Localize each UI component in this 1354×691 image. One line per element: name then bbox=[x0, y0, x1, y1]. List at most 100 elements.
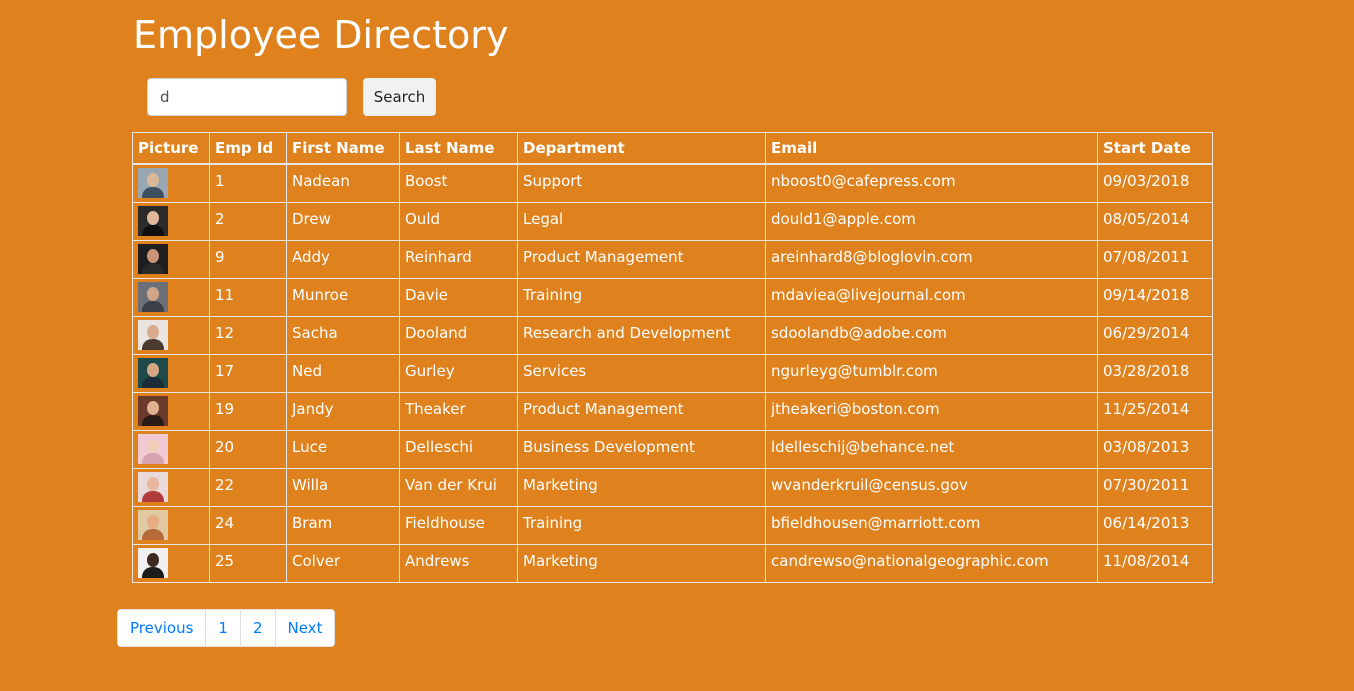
cell-department: Marketing bbox=[517, 467, 766, 507]
cell-last-name: Ould bbox=[399, 201, 518, 241]
pagination: Previous 1 2 Next bbox=[117, 609, 336, 647]
cell-email: jtheakeri@boston.com bbox=[765, 391, 1098, 431]
table-body: 1 Nadean Boost Support nboost0@cafepress.com… bbox=[132, 163, 1213, 583]
cell-first-name: Luce bbox=[286, 429, 400, 469]
cell-last-name: Davie bbox=[399, 277, 518, 317]
cell-email: areinhard8@bloglovin.com bbox=[765, 239, 1098, 279]
cell-department: Marketing bbox=[517, 543, 766, 583]
cell-email: mdaviea@livejournal.com bbox=[765, 277, 1098, 317]
cell-first-name: Sacha bbox=[286, 315, 400, 355]
cell-last-name: Dooland bbox=[399, 315, 518, 355]
avatar bbox=[138, 509, 168, 540]
cell-picture bbox=[132, 429, 210, 469]
cell-first-name: Willa bbox=[286, 467, 400, 507]
avatar-body-shape bbox=[142, 300, 164, 312]
table-row: 17 Ned Gurley Services ngurleyg@tumblr.com 03… bbox=[132, 353, 1213, 393]
pagination-page-2[interactable]: 2 bbox=[239, 610, 275, 646]
cell-emp-id: 11 bbox=[209, 277, 287, 317]
cell-start-date: 06/29/2014 bbox=[1097, 315, 1213, 355]
table-row: 2 Drew Ould Legal dould1@apple.com 08/05/2014 bbox=[132, 201, 1213, 241]
table-row: 20 Luce Delleschi Business Development ldell… bbox=[132, 429, 1213, 469]
cell-email: candrewso@nationalgeographic.com bbox=[765, 543, 1098, 583]
cell-picture bbox=[132, 467, 210, 507]
cell-first-name: Jandy bbox=[286, 391, 400, 431]
column-header-department[interactable]: Department bbox=[517, 132, 766, 165]
header-row: Picture Emp Id First Name Last Name Depa… bbox=[132, 132, 1213, 165]
cell-department: Services bbox=[517, 353, 766, 393]
cell-emp-id: 20 bbox=[209, 429, 287, 469]
column-header-picture[interactable]: Picture bbox=[132, 132, 210, 165]
cell-picture bbox=[132, 505, 210, 545]
cell-start-date: 08/05/2014 bbox=[1097, 201, 1213, 241]
search-button[interactable]: Search bbox=[363, 78, 436, 116]
column-header-last-name[interactable]: Last Name bbox=[399, 132, 518, 165]
cell-emp-id: 17 bbox=[209, 353, 287, 393]
cell-department: Legal bbox=[517, 201, 766, 241]
avatar-body-shape bbox=[142, 528, 164, 540]
pagination-next-button[interactable]: Next bbox=[274, 610, 335, 646]
cell-last-name: Fieldhouse bbox=[399, 505, 518, 545]
cell-last-name: Andrews bbox=[399, 543, 518, 583]
avatar bbox=[138, 319, 168, 350]
avatar-head-shape bbox=[147, 324, 159, 339]
avatar bbox=[138, 281, 168, 312]
cell-emp-id: 25 bbox=[209, 543, 287, 583]
cell-first-name: Addy bbox=[286, 239, 400, 279]
table-header: Picture Emp Id First Name Last Name Depa… bbox=[132, 132, 1213, 165]
cell-picture bbox=[132, 391, 210, 431]
cell-start-date: 07/08/2011 bbox=[1097, 239, 1213, 279]
search-input[interactable] bbox=[147, 78, 347, 116]
avatar-head-shape bbox=[147, 173, 159, 187]
avatar-body-shape bbox=[142, 376, 164, 388]
avatar-body-shape bbox=[142, 414, 164, 426]
cell-email: sdoolandb@adobe.com bbox=[765, 315, 1098, 355]
cell-start-date: 11/25/2014 bbox=[1097, 391, 1213, 431]
avatar-body-shape bbox=[142, 490, 164, 502]
cell-first-name: Munroe bbox=[286, 277, 400, 317]
cell-emp-id: 2 bbox=[209, 201, 287, 241]
cell-picture bbox=[132, 201, 210, 241]
cell-first-name: Colver bbox=[286, 543, 400, 583]
cell-emp-id: 9 bbox=[209, 239, 287, 279]
avatar-body-shape bbox=[142, 262, 164, 274]
avatar-head-shape bbox=[147, 438, 159, 453]
cell-emp-id: 22 bbox=[209, 467, 287, 507]
table-row: 11 Munroe Davie Training mdaviea@livejournal… bbox=[132, 277, 1213, 317]
cell-last-name: Gurley bbox=[399, 353, 518, 393]
cell-start-date: 11/08/2014 bbox=[1097, 543, 1213, 583]
cell-last-name: Theaker bbox=[399, 391, 518, 431]
pagination-previous-button[interactable]: Previous bbox=[118, 610, 205, 646]
avatar-head-shape bbox=[147, 476, 159, 491]
cell-start-date: 07/30/2011 bbox=[1097, 467, 1213, 507]
cell-email: ldelleschij@behance.net bbox=[765, 429, 1098, 469]
column-header-first-name[interactable]: First Name bbox=[286, 132, 400, 165]
cell-emp-id: 1 bbox=[209, 163, 287, 203]
cell-last-name: Van der Krui bbox=[399, 467, 518, 507]
avatar-body-shape bbox=[142, 224, 164, 236]
cell-start-date: 09/14/2018 bbox=[1097, 277, 1213, 317]
employee-table-container: Picture Emp Id First Name Last Name Depa… bbox=[132, 132, 1213, 583]
pagination-page-1[interactable]: 1 bbox=[205, 610, 240, 646]
cell-first-name: Bram bbox=[286, 505, 400, 545]
table-row: 19 Jandy Theaker Product Management jtheaker… bbox=[132, 391, 1213, 431]
cell-start-date: 09/03/2018 bbox=[1097, 163, 1213, 203]
avatar bbox=[138, 243, 168, 274]
cell-picture bbox=[132, 353, 210, 393]
cell-first-name: Ned bbox=[286, 353, 400, 393]
cell-emp-id: 19 bbox=[209, 391, 287, 431]
column-header-start-date[interactable]: Start Date bbox=[1097, 132, 1213, 165]
page-title: Employee Directory bbox=[133, 13, 509, 57]
cell-email: nboost0@cafepress.com bbox=[765, 163, 1098, 203]
cell-picture bbox=[132, 315, 210, 355]
cell-picture bbox=[132, 239, 210, 279]
column-header-emp-id[interactable]: Emp Id bbox=[209, 132, 287, 165]
employee-table: Picture Emp Id First Name Last Name Depa… bbox=[132, 132, 1213, 583]
cell-department: Product Management bbox=[517, 239, 766, 279]
cell-start-date: 03/08/2013 bbox=[1097, 429, 1213, 469]
column-header-email[interactable]: Email bbox=[765, 132, 1098, 165]
avatar-body-shape bbox=[142, 338, 164, 350]
cell-department: Support bbox=[517, 163, 766, 203]
avatar-head-shape bbox=[147, 362, 159, 377]
avatar bbox=[138, 168, 168, 198]
cell-emp-id: 12 bbox=[209, 315, 287, 355]
